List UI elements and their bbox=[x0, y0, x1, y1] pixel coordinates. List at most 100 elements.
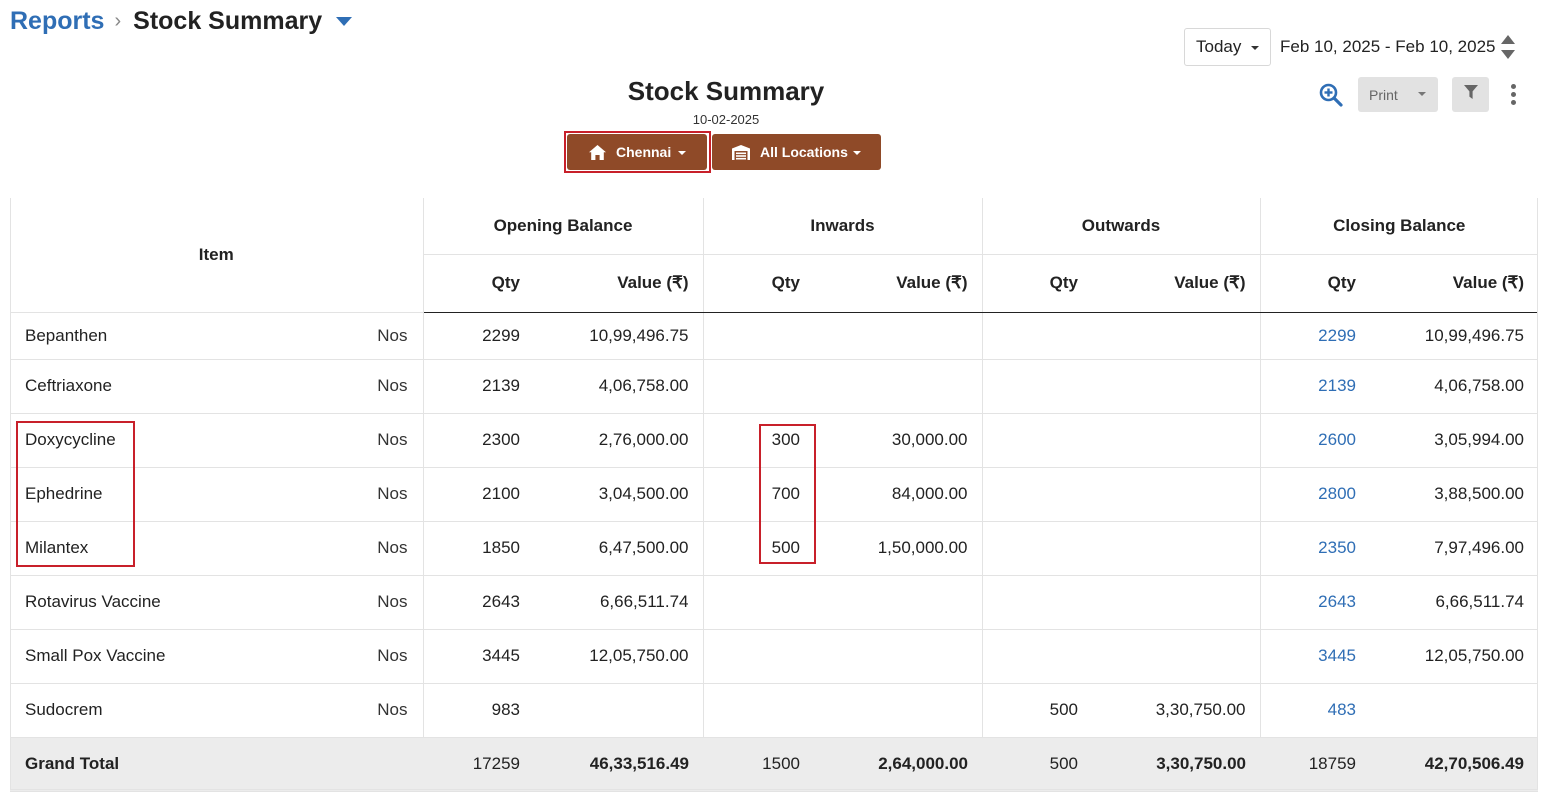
date-preset-value: Today bbox=[1196, 37, 1242, 56]
date-range-text[interactable]: Feb 10, 2025 - Feb 10, 2025 bbox=[1280, 37, 1496, 57]
filter-button[interactable] bbox=[1452, 77, 1489, 112]
stock-summary-page: Reports › Stock Summary Today Feb 10, 20… bbox=[0, 0, 1542, 801]
chevron-down-icon bbox=[853, 151, 861, 155]
total-outwards-qty: 500 bbox=[982, 737, 1094, 792]
breadcrumb-reports-link[interactable]: Reports bbox=[10, 7, 104, 36]
more-vertical-icon[interactable] bbox=[1509, 79, 1518, 111]
stock-summary-table: Item Opening Balance Inwards Outwards Cl… bbox=[10, 198, 1539, 792]
report-toolbar: Print bbox=[1318, 77, 1518, 112]
closing-qty-cell[interactable]: 483 bbox=[1259, 683, 1372, 738]
item-unit: Nos bbox=[377, 325, 408, 345]
closing-value-cell: 3,88,500.00 bbox=[1372, 467, 1539, 522]
closing-qty-cell[interactable]: 2350 bbox=[1259, 521, 1372, 576]
table-row[interactable]: Milantex Nos 1850 6,47,500.00 500 1,50,000.00… bbox=[10, 521, 1539, 576]
opening-value-cell: 6,47,500.00 bbox=[536, 521, 703, 576]
opening-qty-cell: 2300 bbox=[422, 413, 536, 468]
date-preset-select[interactable]: Today bbox=[1184, 28, 1271, 66]
closing-value-cell: 4,06,758.00 bbox=[1372, 359, 1539, 414]
chevron-down-icon bbox=[1418, 92, 1426, 96]
table-row[interactable]: Sudocrem Nos 983 500 3,30,750.00 483 bbox=[10, 683, 1539, 738]
date-step-up-icon[interactable] bbox=[1500, 35, 1515, 44]
closing-value-cell: 6,66,511.74 bbox=[1372, 575, 1539, 630]
closing-value-cell bbox=[1372, 683, 1539, 738]
outwards-value-cell bbox=[1094, 312, 1260, 360]
zoom-in-icon[interactable] bbox=[1318, 82, 1344, 108]
item-name[interactable]: Ephedrine bbox=[10, 484, 103, 503]
report-title: Stock Summary bbox=[627, 76, 825, 106]
outwards-qty-cell bbox=[981, 575, 1094, 630]
table-row[interactable]: Rotavirus Vaccine Nos 2643 6,66,511.74 2643 6… bbox=[10, 575, 1539, 630]
table-row[interactable]: Bepanthen Nos 2299 10,99,496.75 2299 10,99,49… bbox=[10, 312, 1539, 360]
item-name[interactable]: Small Pox Vaccine bbox=[10, 646, 165, 665]
closing-qty-cell[interactable]: 2139 bbox=[1259, 359, 1372, 414]
group-header-outwards: Outwards bbox=[981, 198, 1260, 255]
total-opening-qty: 17259 bbox=[423, 737, 536, 792]
closing-qty-cell[interactable]: 2600 bbox=[1259, 413, 1372, 468]
inwards-value-cell: 84,000.00 bbox=[816, 467, 982, 522]
opening-value-cell: 12,05,750.00 bbox=[536, 629, 703, 684]
outwards-qty-cell: 500 bbox=[981, 683, 1094, 738]
print-button[interactable]: Print bbox=[1358, 77, 1438, 112]
table-body: Bepanthen Nos 2299 10,99,496.75 2299 10,99,49… bbox=[10, 312, 1539, 792]
column-header-outwards-qty: Qty bbox=[981, 254, 1094, 313]
item-unit: Nos bbox=[377, 430, 408, 449]
locations-dropdown-button[interactable]: All Locations bbox=[712, 134, 881, 170]
outwards-value-cell bbox=[1094, 629, 1260, 684]
inwards-qty-cell bbox=[702, 312, 816, 360]
item-name[interactable]: Sudocrem bbox=[10, 700, 102, 719]
closing-qty-cell[interactable]: 2800 bbox=[1259, 467, 1372, 522]
caret-down-icon[interactable] bbox=[336, 16, 353, 26]
inwards-qty-cell bbox=[702, 359, 816, 414]
table-row[interactable]: Doxycycline Nos 2300 2,76,000.00 300 30,000.0… bbox=[10, 413, 1539, 468]
home-icon bbox=[589, 144, 606, 160]
closing-value-cell: 3,05,994.00 bbox=[1372, 413, 1539, 468]
item-cell: Ephedrine Nos bbox=[10, 467, 423, 522]
closing-qty-cell[interactable]: 2299 bbox=[1259, 312, 1372, 360]
closing-qty-cell[interactable]: 2643 bbox=[1259, 575, 1372, 630]
column-header-outwards-value: Value (₹) bbox=[1094, 254, 1260, 313]
item-name[interactable]: Milantex bbox=[10, 538, 88, 557]
item-unit: Nos bbox=[377, 592, 408, 611]
inwards-value-cell bbox=[816, 683, 982, 738]
table-row[interactable]: Ceftriaxone Nos 2139 4,06,758.00 2139 4,06,75… bbox=[10, 359, 1539, 414]
grand-total-label: Grand Total bbox=[10, 737, 423, 792]
inwards-value-cell bbox=[816, 629, 982, 684]
inwards-qty-cell: 300 bbox=[702, 413, 816, 468]
outwards-value-cell bbox=[1094, 467, 1260, 522]
opening-value-cell: 6,66,511.74 bbox=[536, 575, 703, 630]
inwards-value-cell: 1,50,000.00 bbox=[816, 521, 982, 576]
opening-value-cell: 3,04,500.00 bbox=[536, 467, 703, 522]
outwards-value-cell bbox=[1094, 575, 1260, 630]
outwards-value-cell bbox=[1094, 413, 1260, 468]
item-unit: Nos bbox=[377, 538, 408, 557]
outwards-value-cell: 3,30,750.00 bbox=[1094, 683, 1260, 738]
column-header-closing-qty: Qty bbox=[1259, 254, 1372, 313]
item-name[interactable]: Ceftriaxone bbox=[10, 376, 112, 395]
breadcrumb-separator: › bbox=[114, 9, 122, 32]
table-row[interactable]: Small Pox Vaccine Nos 3445 12,05,750.00 3445… bbox=[10, 629, 1539, 684]
item-name[interactable]: Rotavirus Vaccine bbox=[10, 592, 161, 611]
table-row[interactable]: Ephedrine Nos 2100 3,04,500.00 700 84,000.00 2… bbox=[10, 467, 1539, 522]
closing-qty-cell[interactable]: 3445 bbox=[1259, 629, 1372, 684]
opening-qty-cell: 1850 bbox=[422, 521, 536, 576]
date-step-down-icon[interactable] bbox=[1500, 50, 1515, 59]
branch-dropdown-button[interactable]: Chennai bbox=[567, 134, 707, 170]
location-buttons: Chennai All Locations bbox=[567, 134, 881, 170]
opening-value-cell: 4,06,758.00 bbox=[536, 359, 703, 414]
item-cell: Milantex Nos bbox=[10, 521, 423, 576]
item-name[interactable]: Bepanthen bbox=[10, 326, 107, 345]
item-unit: Nos bbox=[377, 484, 408, 503]
opening-qty-cell: 2139 bbox=[422, 359, 536, 414]
column-header-inwards-qty: Qty bbox=[702, 254, 816, 313]
more-dot bbox=[1511, 92, 1516, 97]
group-header-closing-balance: Closing Balance bbox=[1259, 198, 1539, 255]
sort-icon[interactable] bbox=[1500, 35, 1515, 59]
opening-value-cell: 10,99,496.75 bbox=[536, 312, 703, 360]
item-unit: Nos bbox=[377, 700, 408, 719]
item-name[interactable]: Doxycycline bbox=[10, 430, 116, 449]
opening-qty-cell: 983 bbox=[422, 683, 536, 738]
opening-value-cell: 2,76,000.00 bbox=[536, 413, 703, 468]
inwards-qty-cell: 700 bbox=[702, 467, 816, 522]
inwards-value-cell bbox=[816, 359, 982, 414]
closing-value-cell: 12,05,750.00 bbox=[1372, 629, 1539, 684]
